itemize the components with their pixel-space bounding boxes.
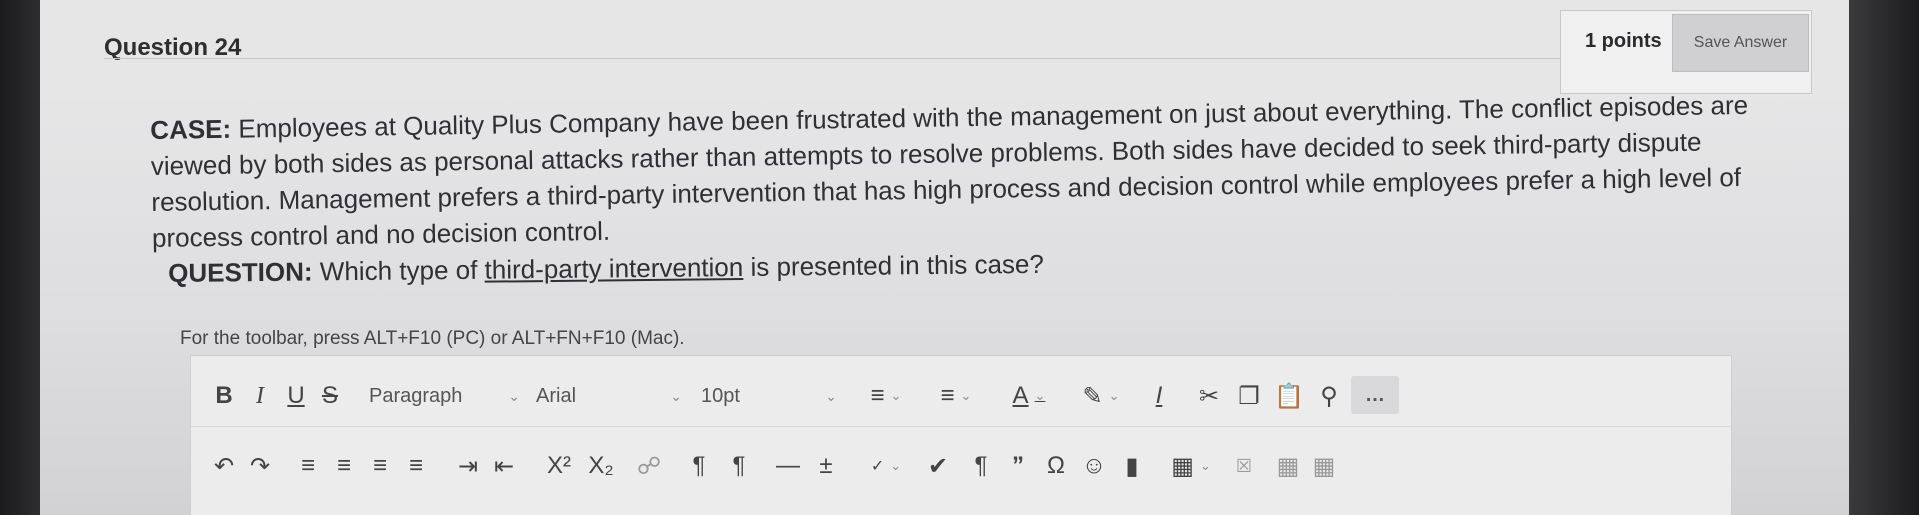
underline-icon[interactable]: U <box>281 378 311 414</box>
case-body: Employees at Quality Plus Company have b… <box>150 89 1749 253</box>
italic-icon[interactable]: I <box>245 378 275 414</box>
superscript-icon[interactable]: X² <box>541 448 577 484</box>
text-color-icon[interactable]: A ⌄ <box>999 378 1059 414</box>
chevron-down-icon: ⌄ <box>508 387 520 404</box>
font-family-select[interactable]: Arial ⌄ <box>536 380 686 412</box>
font-size-value: 10pt <box>701 384 740 407</box>
highlight-icon[interactable]: ✎ ⌄ <box>1071 378 1131 414</box>
question-text-after: is presented in this case? <box>750 248 1045 282</box>
question-text-before: Which type of <box>319 254 478 287</box>
toolbar-row-2: ↶ ↷ ≡ ≡ ≡ ≡ ⇥ ⇤ X² X₂ ☍ ¶ ¶ — ± ✓ ⌄ ✔ ¶ ”… <box>191 436 1731 496</box>
paste-icon[interactable]: 📋 <box>1271 378 1307 414</box>
unlink-icon[interactable]: ☍ <box>631 448 667 484</box>
chevron-down-icon: ⌄ <box>825 387 837 404</box>
question-label: QUESTION: <box>168 256 313 288</box>
question-text-underlined: third-party intervention <box>484 251 744 285</box>
spellcheck-icon[interactable]: ✓ ⌄ <box>856 448 916 484</box>
quote-icon[interactable]: ” <box>1003 448 1033 484</box>
omega-icon[interactable]: Ω <box>1041 448 1071 484</box>
emoji-icon[interactable]: ☺ <box>1079 448 1109 484</box>
header-divider <box>104 58 1584 59</box>
question-prompt: QUESTION: Which type of third-party inte… <box>168 249 1044 289</box>
outdent-icon[interactable]: ⇤ <box>489 448 519 484</box>
screen-bezel-left <box>0 0 40 515</box>
save-answer-button[interactable]: Save Answer <box>1672 14 1809 72</box>
clear-format-icon[interactable]: I <box>1141 378 1177 414</box>
strikethrough-icon[interactable]: S <box>315 378 345 414</box>
font-family-value: Arial <box>536 384 577 407</box>
chevron-down-icon: ⌄ <box>670 387 682 404</box>
subscript-icon[interactable]: X₂ <box>583 448 619 484</box>
redo-icon[interactable]: ↷ <box>245 448 275 484</box>
rich-text-editor: B I U S Paragraph ⌄ Arial ⌄ 10pt ⌄ ≡ ⌄ ≡ ⌄… <box>190 355 1732 515</box>
browser-viewport: Question 24 1 points Save Answer CASE: E… <box>40 0 1849 515</box>
align-center-icon[interactable]: ≡ <box>329 448 359 484</box>
rtl-icon[interactable]: ¶ <box>721 448 757 484</box>
toolbar-hint: For the toolbar, press ALT+F10 (PC) or A… <box>180 328 685 349</box>
delete-table-icon[interactable]: ☒ <box>1229 448 1259 484</box>
font-size-select[interactable]: 10pt ⌄ <box>701 380 841 412</box>
case-label: CASE: <box>150 113 232 145</box>
case-text: CASE: Employees at Quality Plus Company … <box>150 86 1802 256</box>
table-props-icon[interactable]: ▦ <box>1273 448 1303 484</box>
ltr-icon[interactable]: ¶ <box>681 448 717 484</box>
copy-icon[interactable]: ❐ <box>1231 378 1267 414</box>
align-left-icon[interactable]: ≡ <box>293 448 323 484</box>
question-header: Question 24 1 points Save Answer <box>40 0 1849 95</box>
bold-icon[interactable]: B <box>209 378 239 414</box>
insert-icon[interactable]: ± <box>811 448 841 484</box>
undo-icon[interactable]: ↶ <box>209 448 239 484</box>
block-format-select[interactable]: Paragraph ⌄ <box>369 380 524 412</box>
align-right-icon[interactable]: ≡ <box>365 448 395 484</box>
checkmark-icon[interactable]: ✔ <box>923 448 953 484</box>
numbered-list-icon[interactable]: ≡ ⌄ <box>926 378 986 414</box>
indent-icon[interactable]: ⇥ <box>453 448 483 484</box>
screen-bezel-right <box>1849 0 1919 515</box>
bullet-list-icon[interactable]: ≡ ⌄ <box>856 378 916 414</box>
block-format-value: Paragraph <box>369 384 463 407</box>
points-value: 1 points <box>1585 30 1662 52</box>
justify-icon[interactable]: ≡ <box>401 448 431 484</box>
search-icon[interactable]: ⚲ <box>1311 378 1347 414</box>
bookmark-icon[interactable]: ▮ <box>1117 448 1147 484</box>
more-icon[interactable]: … <box>1351 376 1399 414</box>
table-cells-icon[interactable]: ▦ <box>1309 448 1339 484</box>
horizontal-rule-icon[interactable]: — <box>773 448 803 484</box>
toolbar-row-1: B I U S Paragraph ⌄ Arial ⌄ 10pt ⌄ ≡ ⌄ ≡ ⌄… <box>191 366 1731 427</box>
table-icon[interactable]: ▦ ⌄ <box>1161 448 1221 484</box>
pilcrow-icon[interactable]: ¶ <box>966 448 996 484</box>
cut-icon[interactable]: ✂ <box>1191 378 1227 414</box>
